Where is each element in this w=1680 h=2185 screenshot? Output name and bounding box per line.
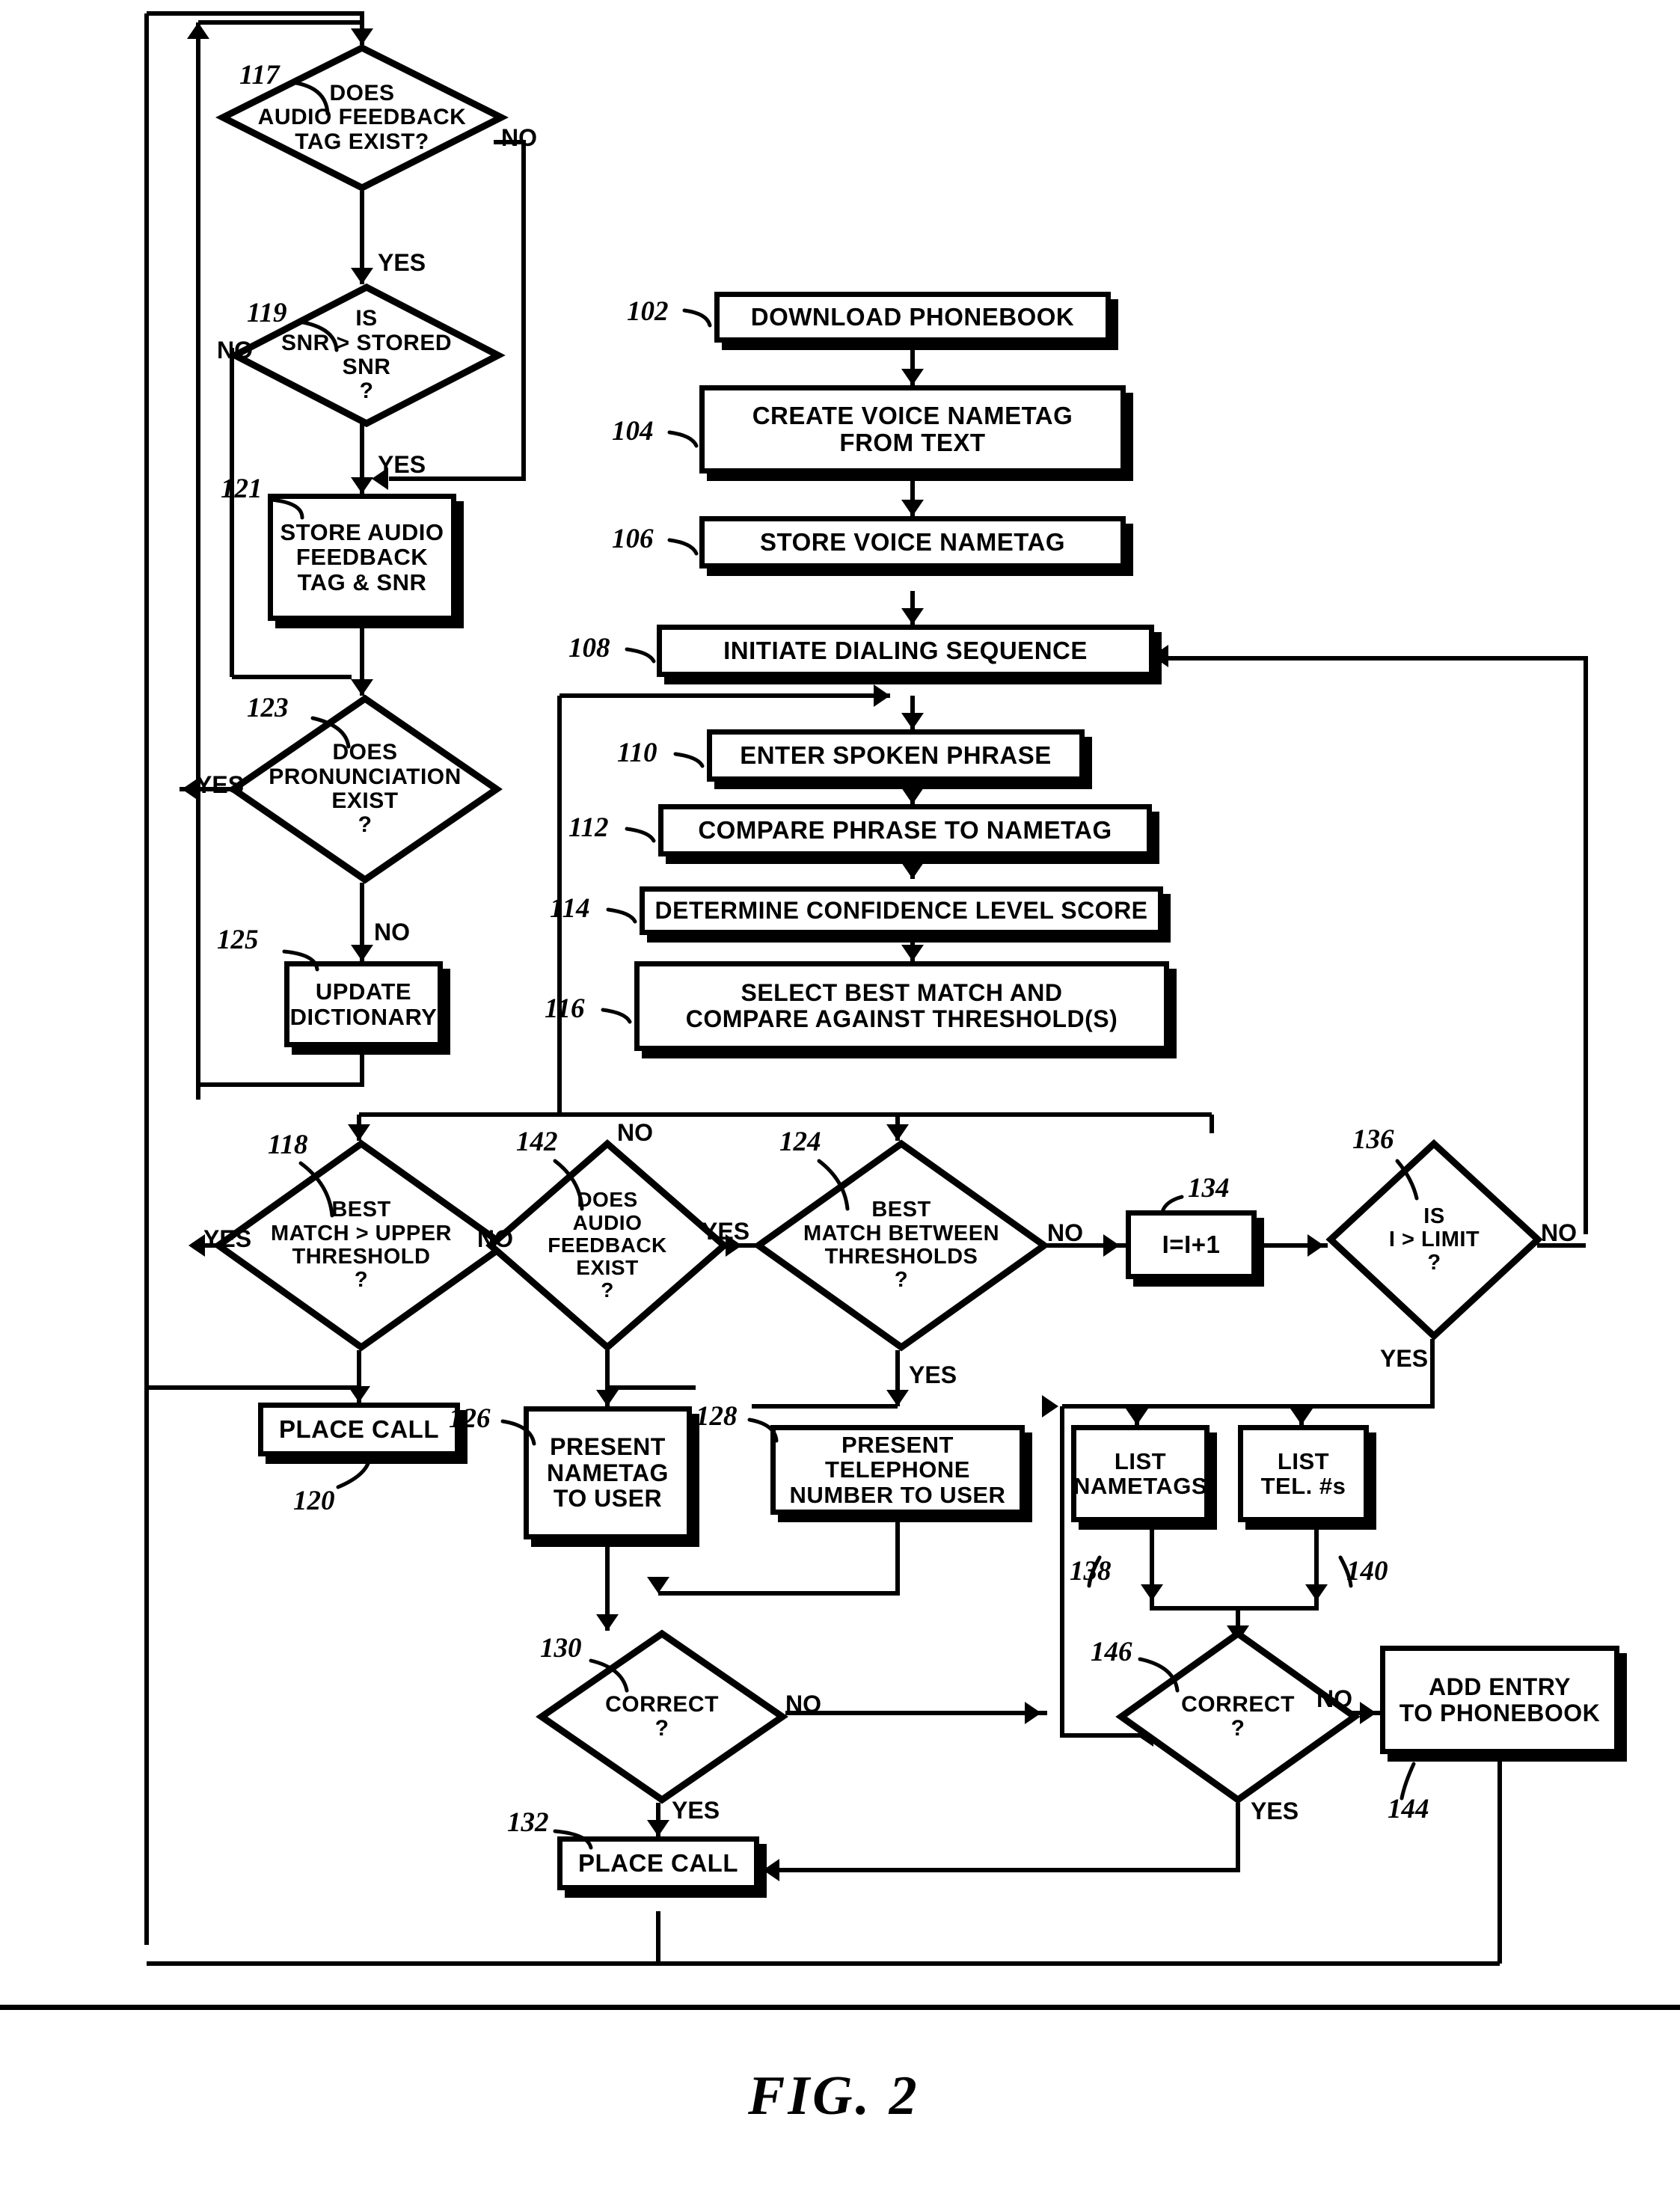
ref-numeral-116: 116	[545, 993, 585, 1024]
ref-numeral-124: 124	[779, 1127, 821, 1157]
decision-123-label: DOES PRONUNCIATION EXIST ?	[269, 740, 462, 838]
ref-numeral-118: 118	[268, 1130, 308, 1160]
ref-numeral-106: 106	[612, 524, 654, 554]
ref-numeral-121: 121	[221, 474, 263, 504]
ref-numeral-144: 144	[1388, 1794, 1429, 1824]
decision-119-label: IS SNR > STORED SNR ?	[281, 306, 452, 404]
ref-numeral-130: 130	[540, 1633, 582, 1664]
ref-numeral-126: 126	[449, 1403, 491, 1434]
ref-numeral-114: 114	[550, 893, 590, 924]
ref-numeral-136: 136	[1352, 1124, 1394, 1155]
ref-numeral-110: 110	[617, 738, 657, 768]
ref-numeral-132: 132	[507, 1807, 549, 1838]
ref-numeral-138: 138	[1070, 1556, 1112, 1587]
ref-numeral-140: 140	[1346, 1556, 1388, 1587]
decision-142-label: DOES AUDIO FEEDBACK EXIST ?	[548, 1188, 667, 1302]
ref-numeral-128: 128	[696, 1401, 738, 1432]
patent-figure-sheet: DOES AUDIO FEEDBACK TAG EXIST? IS SNR > …	[0, 0, 1680, 2185]
decision-117-label: DOES AUDIO FEEDBACK TAG EXIST?	[257, 80, 467, 154]
ref-numeral-120: 120	[293, 1486, 335, 1516]
ref-numeral-142: 142	[516, 1127, 558, 1157]
ref-numeral-108: 108	[568, 633, 610, 664]
ref-numeral-125: 125	[217, 925, 259, 955]
ref-numeral-104: 104	[612, 416, 654, 447]
ref-numeral-146: 146	[1091, 1637, 1132, 1667]
ref-numeral-112: 112	[568, 812, 609, 843]
ref-numeral-123: 123	[247, 693, 289, 723]
figure-caption: FIG. 2	[748, 2065, 920, 2127]
ref-numeral-134: 134	[1188, 1173, 1230, 1204]
decision-124-label: BEST MATCH BETWEEN THRESHOLDS ?	[803, 1198, 1000, 1293]
decision-118-label: BEST MATCH > UPPER THRESHOLD ?	[270, 1198, 452, 1293]
page-rule	[0, 2005, 1680, 2010]
decision-130-label: CORRECT ?	[605, 1691, 719, 1741]
decision-136-label: IS I > LIMIT ?	[1388, 1204, 1480, 1275]
ref-numeral-102: 102	[627, 296, 669, 327]
decision-146-label: CORRECT ?	[1181, 1691, 1295, 1741]
